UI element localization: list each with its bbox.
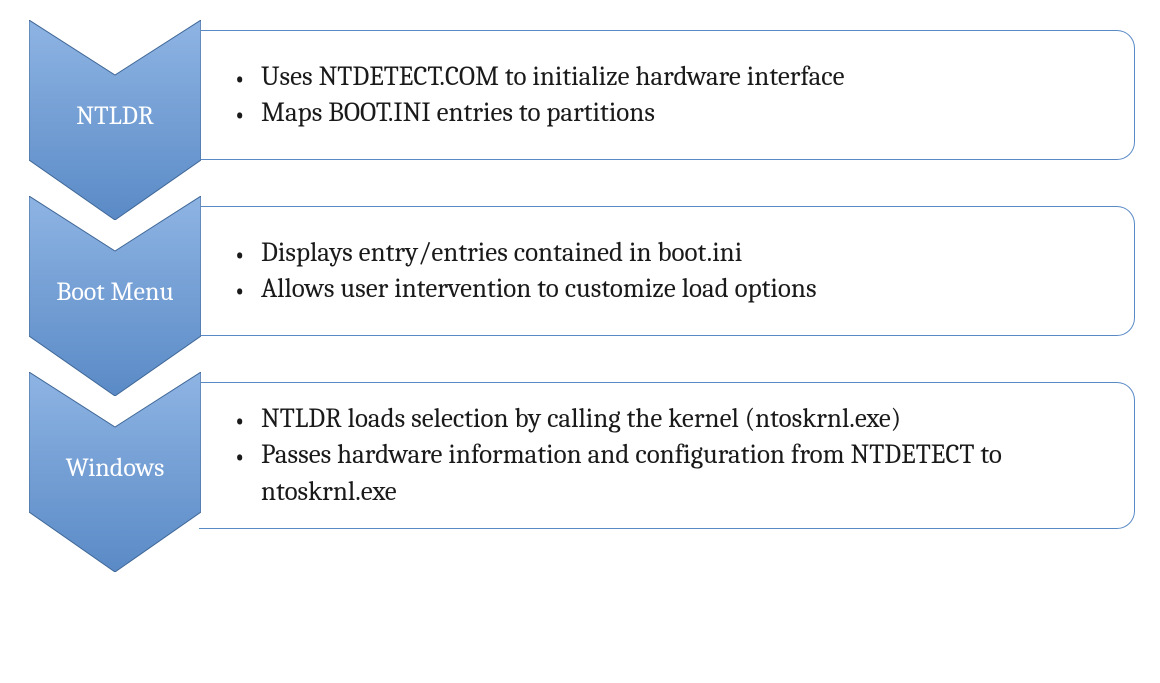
bullet-list: Uses NTDETECT.COM to initialize hardware…	[233, 59, 845, 132]
bullet-list: NTLDR loads selection by calling the ker…	[233, 401, 1106, 510]
bullet-item: Displays entry/entries contained in boot…	[233, 235, 817, 271]
bullet-item: Maps BOOT.INI entries to partitions	[233, 95, 845, 131]
chevron-label: NTLDR	[76, 101, 154, 131]
bullet-item: NTLDR loads selection by calling the ker…	[233, 401, 1106, 437]
step-content-boot-menu: Displays entry/entries contained in boot…	[199, 206, 1135, 336]
chevron-wrapper: NTLDR	[25, 20, 205, 220]
chevron-wrapper: Boot Menu	[25, 196, 205, 396]
chevron-shape: Boot Menu	[29, 196, 201, 396]
chevron-label: Boot Menu	[56, 277, 173, 307]
bullet-item: Uses NTDETECT.COM to initialize hardware…	[233, 59, 845, 95]
step-content-windows: NTLDR loads selection by calling the ker…	[199, 382, 1135, 529]
step-row-ntldr: NTLDR Uses NTDETECT.COM to initialize ha…	[25, 20, 1135, 220]
bullet-item: Allows user intervention to customize lo…	[233, 271, 817, 307]
bullet-item: Passes hardware information and configur…	[233, 437, 1106, 510]
chevron-shape: Windows	[29, 372, 201, 572]
step-content-ntldr: Uses NTDETECT.COM to initialize hardware…	[199, 30, 1135, 160]
step-row-windows: Windows NTLDR loads selection by calling…	[25, 372, 1135, 572]
chevron-label: Windows	[66, 453, 165, 483]
chevron-shape: NTLDR	[29, 20, 201, 220]
step-row-boot-menu: Boot Menu Displays entry/entries contain…	[25, 196, 1135, 396]
chevron-wrapper: Windows	[25, 372, 205, 572]
bullet-list: Displays entry/entries contained in boot…	[233, 235, 817, 308]
